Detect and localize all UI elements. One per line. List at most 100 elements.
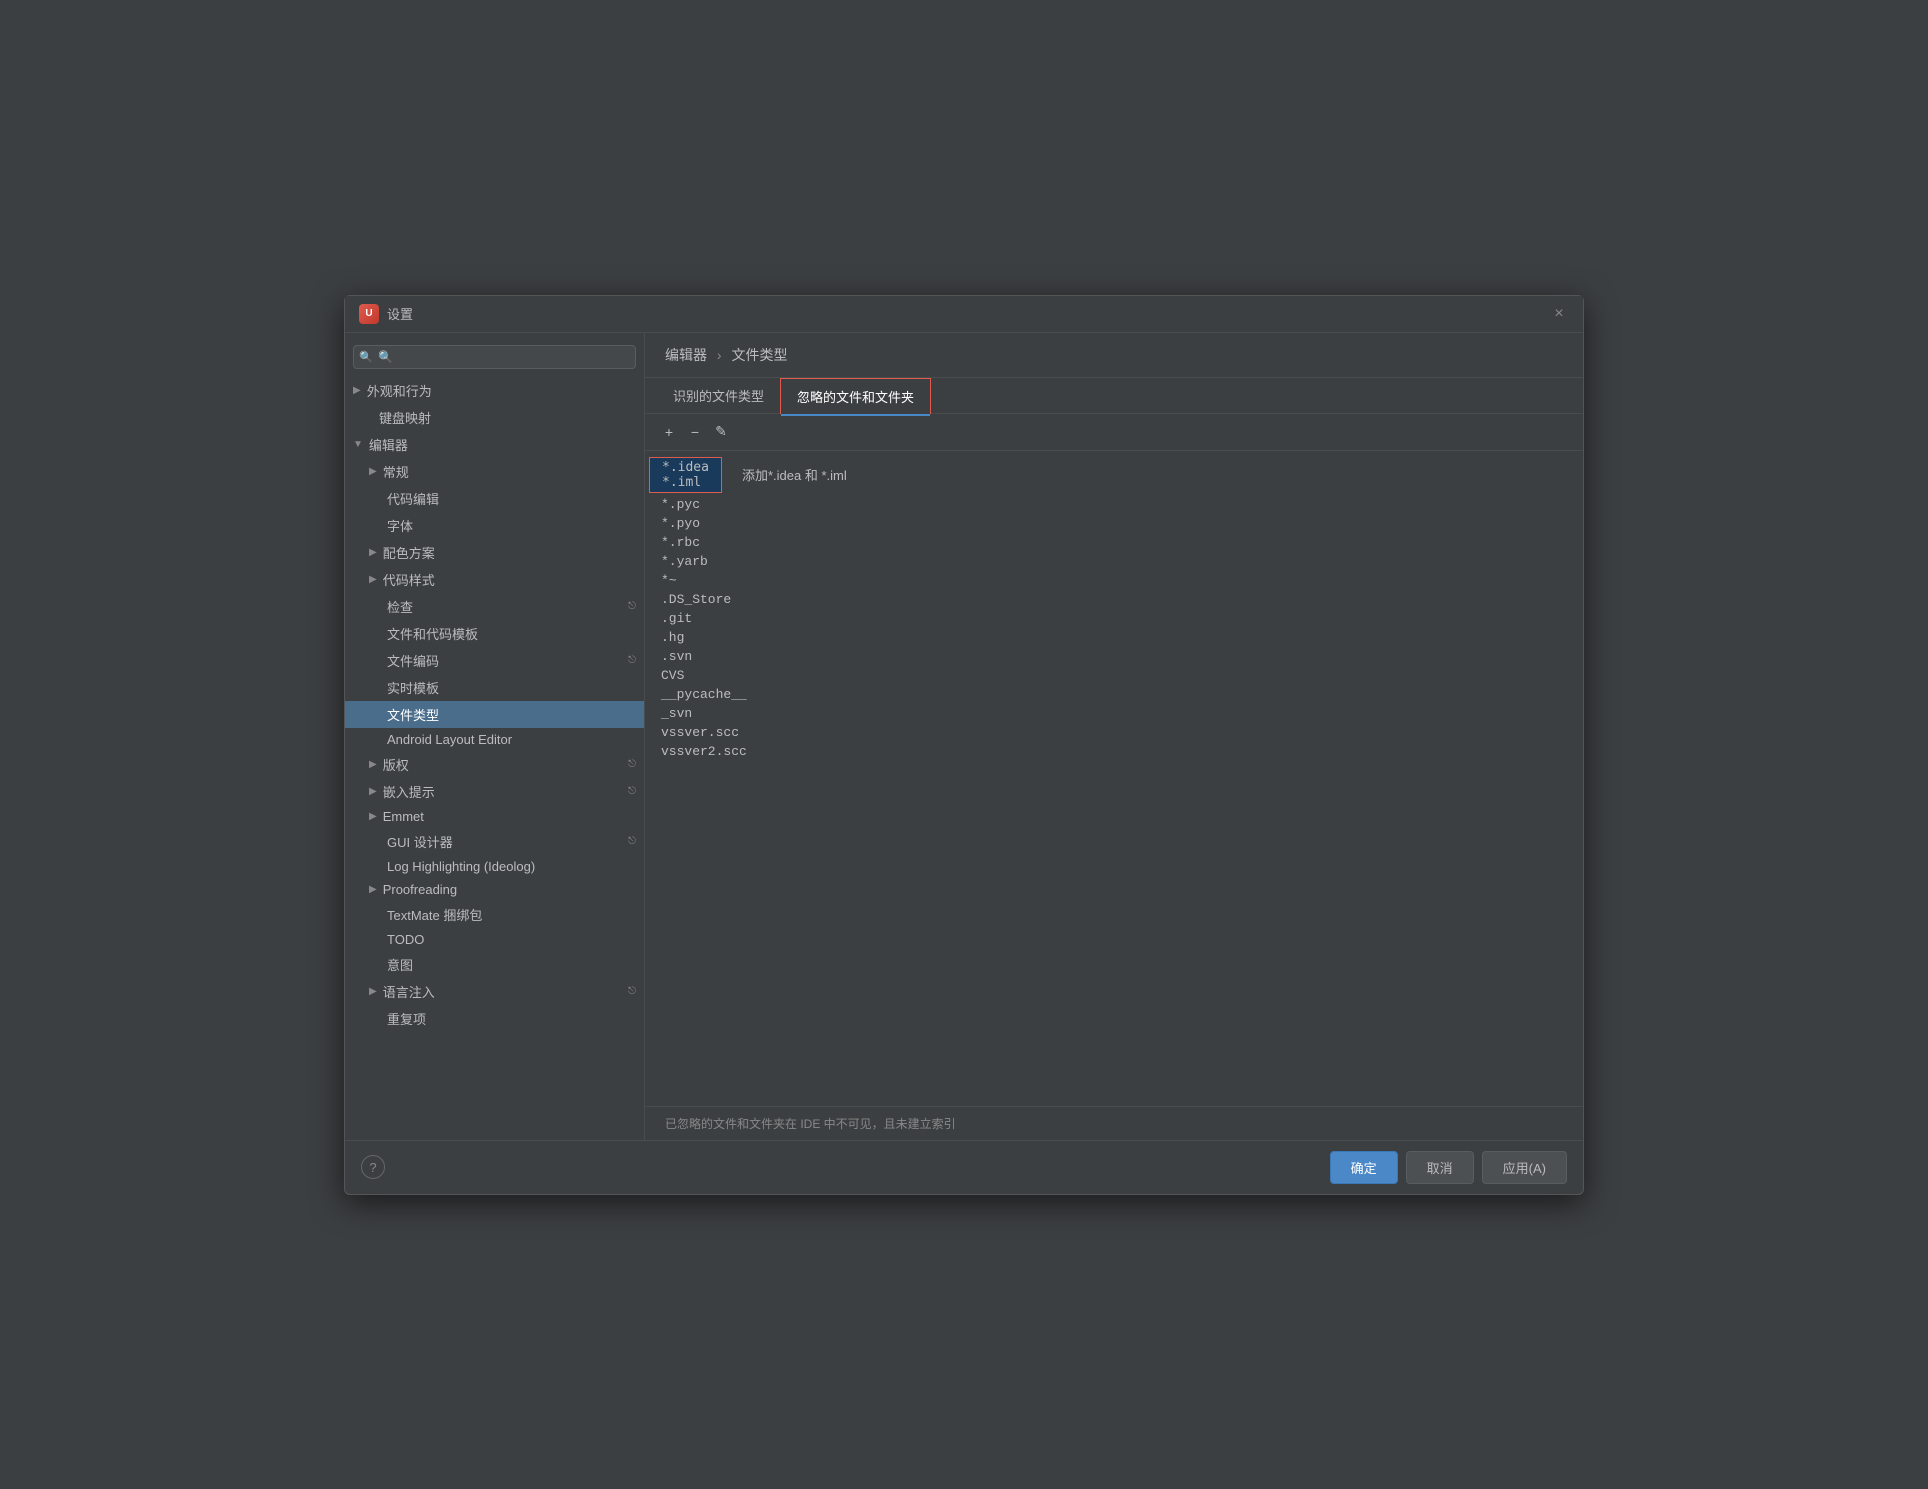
sidebar-item-6[interactable]: ▶ 配色方案 [345, 539, 644, 566]
file-list-item[interactable]: .DS_Store [645, 590, 1583, 609]
sidebar-item-4[interactable]: 代码编辑 [345, 485, 644, 512]
file-list-item[interactable]: .hg [645, 628, 1583, 647]
cancel-button[interactable]: 取消 [1406, 1151, 1474, 1184]
close-button[interactable]: × [1549, 304, 1569, 324]
breadcrumb: 编辑器 › 文件类型 [645, 333, 1583, 378]
external-link-icon: ⎋ [628, 786, 636, 797]
file-list-item[interactable]: _svn [645, 704, 1583, 723]
sidebar-item-13[interactable]: Android Layout Editor [345, 728, 644, 751]
annotation-text: 添加*.idea 和 *.iml [742, 465, 847, 484]
file-list-container: *.pyc*.pyo*.rbc*.yarb*~.DS_Store.git.hg.… [645, 495, 1583, 761]
highlighted-item-iml[interactable]: *.iml [662, 475, 709, 490]
sidebar-item-24[interactable]: 重复项 [345, 1005, 644, 1032]
file-list-item[interactable]: .svn [645, 647, 1583, 666]
tab-recognized[interactable]: 识别的文件类型 [657, 378, 780, 413]
sidebar-item-15[interactable]: ▶嵌入提示⎋ [345, 778, 644, 805]
sidebar-item-label: Log Highlighting (Ideolog) [387, 859, 535, 874]
sidebar-item-12[interactable]: 文件类型 [345, 701, 644, 728]
sidebar-item-1[interactable]: 键盘映射 [345, 404, 644, 431]
file-list: *.idea *.iml 添加*.idea 和 *.iml *.pyc*.pyo… [645, 451, 1583, 1106]
sidebar-item-label: 语言注入 [383, 982, 435, 1001]
apply-button[interactable]: 应用(A) [1482, 1151, 1567, 1184]
add-button[interactable]: + [657, 420, 681, 444]
search-icon: 🔍 [359, 350, 373, 363]
sidebar-item-11[interactable]: 实时模板 [345, 674, 644, 701]
tab-ignored[interactable]: 忽略的文件和文件夹 [780, 378, 931, 414]
settings-dialog: U 设置 × 🔍 ▶外观和行为键盘映射▼编辑器▶常规代码编辑字体▶配色方案▶代码… [344, 295, 1584, 1195]
file-list-item[interactable]: *.rbc [645, 533, 1583, 552]
sidebar-item-19[interactable]: ▶ Proofreading [345, 878, 644, 901]
sidebar-item-5[interactable]: 字体 [345, 512, 644, 539]
chevron-icon: ▶ [369, 759, 377, 770]
help-button[interactable]: ? [361, 1155, 385, 1179]
external-link-icon: ⎋ [628, 601, 636, 612]
breadcrumb-part1: 编辑器 [665, 347, 707, 363]
status-text: 已忽略的文件和文件夹在 IDE 中不可见，且未建立索引 [665, 1117, 956, 1131]
sidebar-item-0[interactable]: ▶外观和行为 [345, 377, 644, 404]
sidebar-item-label: GUI 设计器 [387, 832, 453, 851]
title-bar: U 设置 × [345, 296, 1583, 333]
sidebar-item-22[interactable]: 意图 [345, 951, 644, 978]
highlighted-items[interactable]: *.idea *.iml [649, 457, 722, 493]
sidebar-item-label: 编辑器 [369, 435, 408, 454]
chevron-icon: ▶ [369, 547, 377, 558]
sidebar-item-label: Proofreading [383, 882, 457, 897]
sidebar-item-21[interactable]: TODO [345, 928, 644, 951]
sidebar-item-18[interactable]: Log Highlighting (Ideolog) [345, 855, 644, 878]
highlighted-row: *.idea *.iml 添加*.idea 和 *.iml [649, 457, 1579, 493]
file-list-item[interactable]: *.pyo [645, 514, 1583, 533]
sidebar-item-3[interactable]: ▶ 常规 [345, 458, 644, 485]
remove-button[interactable]: − [683, 420, 707, 444]
chevron-icon: ▶ [369, 574, 377, 585]
sidebar-item-17[interactable]: GUI 设计器⎋ [345, 828, 644, 855]
sidebar-item-14[interactable]: ▶版权⎋ [345, 751, 644, 778]
sidebar-item-7[interactable]: ▶代码样式 [345, 566, 644, 593]
sidebar-item-9[interactable]: 文件和代码模板 [345, 620, 644, 647]
file-list-item[interactable]: CVS [645, 666, 1583, 685]
sidebar-item-16[interactable]: ▶Emmet [345, 805, 644, 828]
sidebar-item-label: 配色方案 [383, 543, 435, 562]
sidebar-item-23[interactable]: ▶ 语言注入 ⎋ [345, 978, 644, 1005]
chevron-icon: ▶ [369, 986, 377, 997]
search-input[interactable] [353, 345, 636, 369]
edit-button[interactable]: ✎ [709, 420, 733, 444]
external-link-icon: ⎋ [628, 986, 636, 997]
file-list-item[interactable]: *.yarb [645, 552, 1583, 571]
dialog-footer: ? 确定 取消 应用(A) [345, 1140, 1583, 1194]
sidebar: 🔍 ▶外观和行为键盘映射▼编辑器▶常规代码编辑字体▶配色方案▶代码样式检查⎋文件… [345, 333, 645, 1140]
sidebar-item-label: 文件和代码模板 [387, 624, 478, 643]
sidebar-item-label: 文件编码 [387, 651, 439, 670]
file-list-item[interactable]: vssver.scc [645, 723, 1583, 742]
sidebar-item-10[interactable]: 文件编码⎋ [345, 647, 644, 674]
highlighted-item-idea[interactable]: *.idea [662, 460, 709, 475]
sidebar-item-label: 代码编辑 [387, 489, 439, 508]
sidebar-item-label: 外观和行为 [367, 381, 432, 400]
main-content: 编辑器 › 文件类型 识别的文件类型 忽略的文件和文件夹 + − ✎ *. [645, 333, 1583, 1140]
sidebar-item-label: 意图 [387, 955, 413, 974]
chevron-icon: ▶ [369, 466, 377, 477]
file-list-item[interactable]: vssver2.scc [645, 742, 1583, 761]
sidebar-item-8[interactable]: 检查 ⎋ [345, 593, 644, 620]
sidebar-item-20[interactable]: TextMate 捆绑包 [345, 901, 644, 928]
dialog-body: 🔍 ▶外观和行为键盘映射▼编辑器▶常规代码编辑字体▶配色方案▶代码样式检查⎋文件… [345, 333, 1583, 1140]
breadcrumb-separator: › [717, 347, 722, 363]
sidebar-item-label: 嵌入提示 [383, 782, 435, 801]
sidebar-item-2[interactable]: ▼ 编辑器 [345, 431, 644, 458]
app-icon: U [359, 304, 379, 324]
ok-button[interactable]: 确定 [1330, 1151, 1398, 1184]
chevron-icon: ▼ [353, 439, 363, 450]
sidebar-item-label: 常规 [383, 462, 409, 481]
sidebar-item-label: 实时模板 [387, 678, 439, 697]
tab-toolbar: + − ✎ [645, 414, 1583, 451]
sidebar-item-label: TextMate 捆绑包 [387, 905, 482, 924]
sidebar-item-label: Emmet [383, 809, 424, 824]
file-list-item[interactable]: .git [645, 609, 1583, 628]
file-list-item[interactable]: __pycache__ [645, 685, 1583, 704]
file-list-item[interactable]: *~ [645, 571, 1583, 590]
sidebar-item-label: 文件类型 [387, 705, 439, 724]
chevron-icon: ▶ [369, 884, 377, 895]
sidebar-item-label: 检查 [387, 597, 413, 616]
tabs: 识别的文件类型 忽略的文件和文件夹 [645, 378, 1583, 414]
file-list-item[interactable]: *.pyc [645, 495, 1583, 514]
title-bar-left: U 设置 [359, 304, 413, 324]
